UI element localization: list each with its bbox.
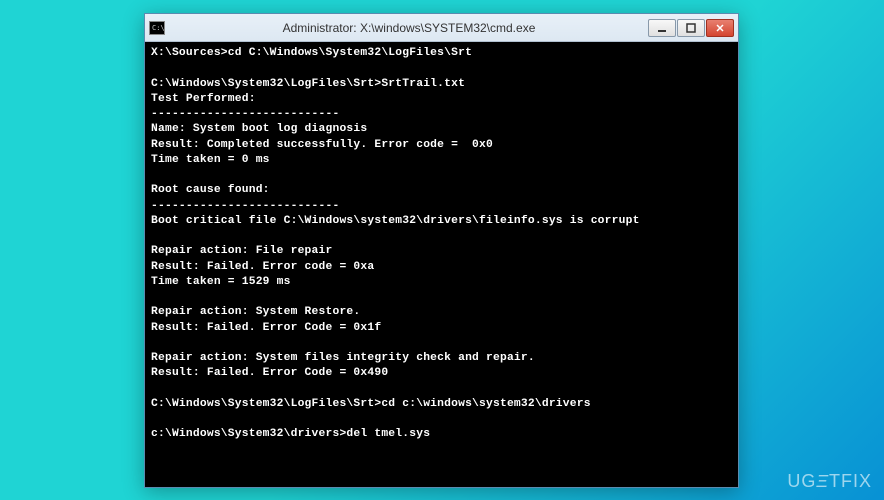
minimize-button[interactable] (648, 19, 676, 37)
watermark-after: TFIX (829, 471, 872, 491)
cmd-window: C:\ Administrator: X:\windows\SYSTEM32\c… (144, 13, 739, 488)
window-title: Administrator: X:\windows\SYSTEM32\cmd.e… (171, 21, 647, 35)
minimize-icon (657, 23, 667, 33)
cmd-app-icon: C:\ (149, 21, 165, 35)
title-bar[interactable]: C:\ Administrator: X:\windows\SYSTEM32\c… (145, 14, 738, 42)
terminal-output: X:\Sources>cd C:\Windows\System32\LogFil… (151, 46, 732, 443)
close-button[interactable] (706, 19, 734, 37)
cmd-app-icon-label: C:\ (152, 24, 165, 32)
terminal-area[interactable]: X:\Sources>cd C:\Windows\System32\LogFil… (145, 42, 738, 487)
watermark: UGΞTFIX (787, 471, 872, 492)
maximize-button[interactable] (677, 19, 705, 37)
maximize-icon (686, 23, 696, 33)
watermark-before: UG (787, 471, 816, 491)
window-controls (647, 19, 734, 37)
watermark-e: Ξ (816, 471, 829, 491)
close-icon (715, 23, 725, 33)
